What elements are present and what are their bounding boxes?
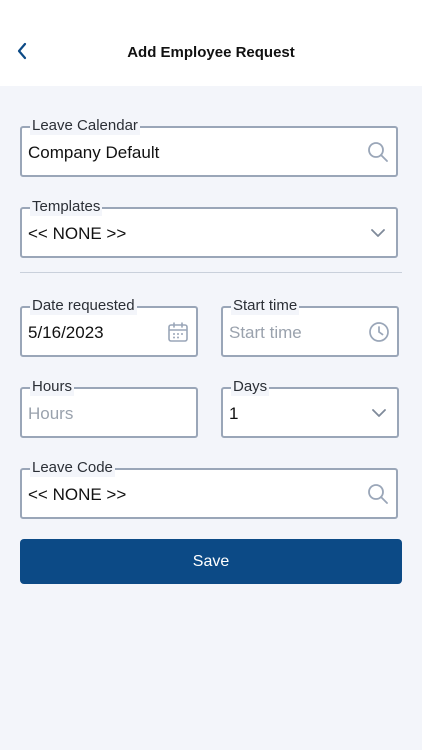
calendar-icon[interactable] bbox=[166, 320, 190, 344]
templates-select[interactable]: Templates << NONE >> bbox=[20, 198, 398, 258]
leave-code-value: << NONE >> bbox=[28, 485, 127, 504]
divider bbox=[20, 272, 402, 273]
templates-label: Templates bbox=[30, 198, 103, 216]
templates-value: << NONE >> bbox=[28, 224, 127, 243]
header-bar: Add Employee Request bbox=[0, 0, 422, 86]
date-requested-field[interactable]: Date requested 5/16/2023 bbox=[20, 297, 198, 357]
days-label: Days bbox=[231, 378, 270, 396]
hours-field[interactable]: Hours Hours bbox=[20, 378, 198, 438]
clock-icon[interactable] bbox=[367, 320, 391, 344]
leave-code-field[interactable]: Leave Code << NONE >> bbox=[20, 459, 398, 519]
days-value: 1 bbox=[229, 404, 239, 423]
save-button[interactable]: Save bbox=[20, 539, 402, 584]
chevron-down-icon bbox=[366, 221, 390, 245]
start-time-placeholder: Start time bbox=[229, 323, 302, 342]
date-requested-value: 5/16/2023 bbox=[28, 323, 104, 342]
date-requested-label: Date requested bbox=[30, 297, 137, 315]
page-title: Add Employee Request bbox=[127, 44, 295, 61]
days-select[interactable]: Days 1 bbox=[221, 378, 399, 438]
leave-code-label: Leave Code bbox=[30, 459, 115, 477]
start-time-label: Start time bbox=[231, 297, 300, 315]
leave-calendar-value: Company Default bbox=[28, 143, 160, 162]
start-time-field[interactable]: Start time Start time bbox=[221, 297, 399, 357]
hours-placeholder: Hours bbox=[28, 404, 74, 423]
chevron-down-icon bbox=[367, 401, 391, 425]
search-icon[interactable] bbox=[366, 140, 390, 164]
leave-calendar-label: Leave Calendar bbox=[30, 117, 140, 135]
leave-calendar-field[interactable]: Leave Calendar Company Default bbox=[20, 117, 398, 177]
hours-label: Hours bbox=[30, 378, 75, 396]
search-icon[interactable] bbox=[366, 482, 390, 506]
